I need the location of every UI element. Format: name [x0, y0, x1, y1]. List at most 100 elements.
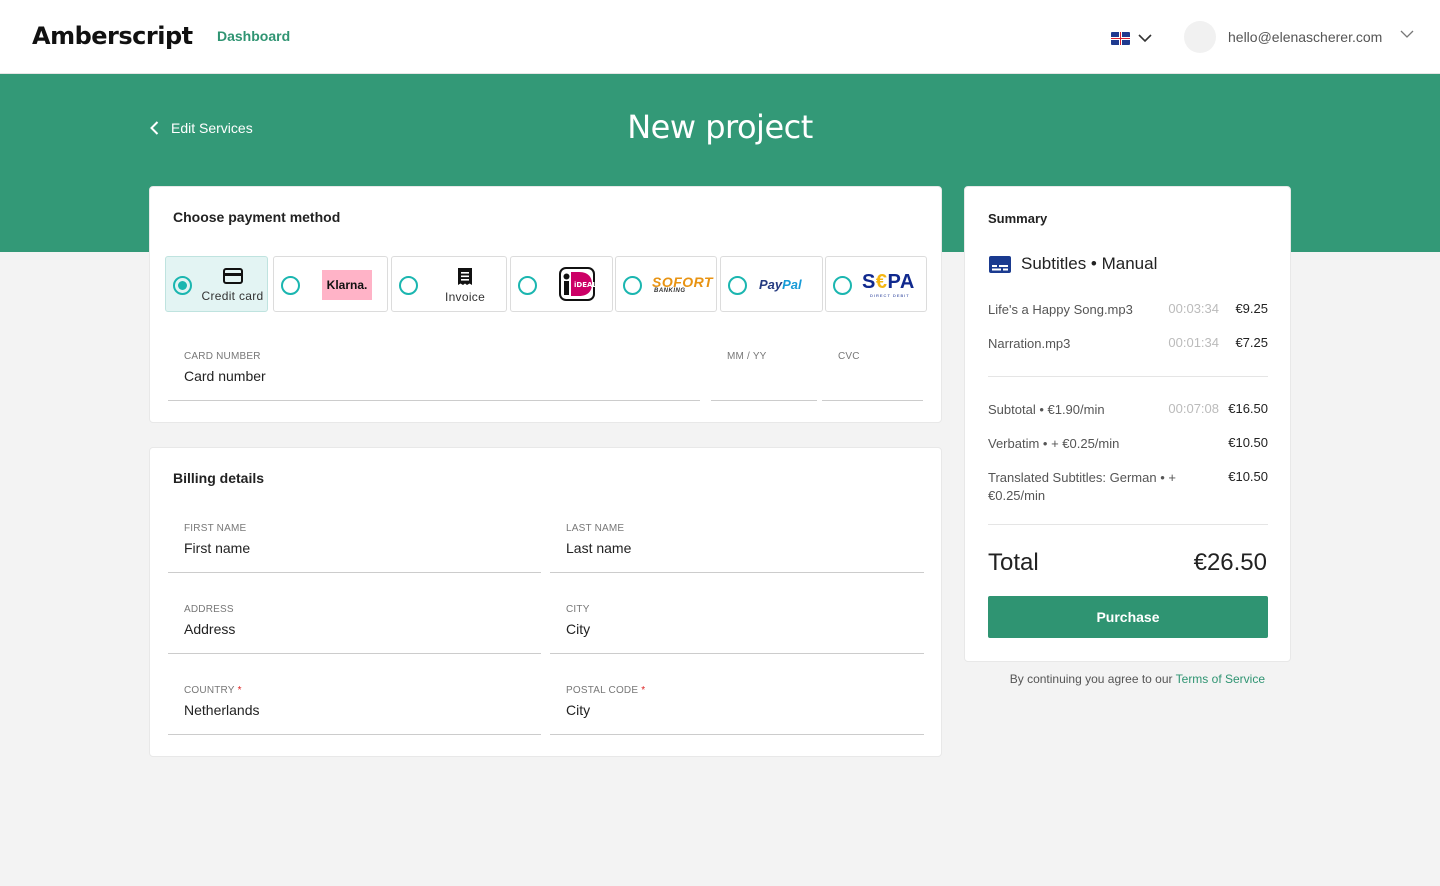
- file-row: Narration.mp3 00:01:34 €7.25: [988, 335, 1268, 353]
- service-heading: Subtitles • Manual: [989, 254, 1157, 274]
- summary-title: Summary: [988, 211, 1048, 226]
- last-name-label: LAST NAME: [566, 523, 625, 534]
- dashboard-link[interactable]: Dashboard: [217, 28, 290, 44]
- file-name: Narration.mp3: [988, 336, 1071, 351]
- radio[interactable]: [281, 276, 300, 295]
- invoice-icon: [458, 268, 472, 285]
- file-row: Life's a Happy Song.mp3 00:03:34 €9.25: [988, 301, 1268, 319]
- expiry-field: MM / YY: [711, 351, 817, 401]
- first-name-field: FIRST NAME: [168, 523, 541, 573]
- radio[interactable]: [833, 276, 852, 295]
- last-name-field: LAST NAME: [550, 523, 924, 573]
- language-selector[interactable]: [1111, 29, 1155, 47]
- city-input[interactable]: [566, 621, 920, 637]
- verbatim-row: Verbatim • + €0.25/min €10.50: [988, 435, 1268, 453]
- country-field: COUNTRY *: [168, 685, 541, 735]
- country-input[interactable]: [184, 702, 537, 718]
- address-input[interactable]: [184, 621, 537, 637]
- address-label: ADDRESS: [184, 604, 234, 615]
- card-number-label: CARD NUMBER: [184, 351, 261, 362]
- avatar: [1184, 21, 1216, 53]
- file-price: €7.25: [1235, 335, 1268, 350]
- card-number-field: CARD NUMBER: [168, 351, 700, 401]
- ideal-text: iDEAL: [574, 281, 595, 289]
- postal-code-input[interactable]: [566, 702, 920, 718]
- required-marker: *: [237, 685, 242, 696]
- sofort-logo: SOFORT BANKING: [652, 274, 713, 296]
- subtotal-row: Subtotal • €1.90/min 00:07:08 €16.50: [988, 401, 1268, 419]
- top-bar: Amberscript Dashboard hello@elenascherer…: [0, 0, 1440, 74]
- subtotal-label: Subtotal • €1.90/min: [988, 402, 1105, 417]
- address-field: ADDRESS: [168, 604, 541, 654]
- paypal-logo: PayPal: [759, 277, 802, 292]
- amberscript-logo[interactable]: Amberscript: [32, 22, 193, 50]
- payment-method-card: Choose payment method Credit card Klarna…: [149, 186, 942, 423]
- page-title: New project: [627, 108, 813, 146]
- credit-card-label: Credit card: [201, 289, 264, 303]
- subtitles-icon: [989, 255, 1011, 273]
- terms-of-service-link[interactable]: Terms of Service: [1176, 672, 1265, 686]
- subtotal-duration: 00:07:08: [1168, 401, 1219, 416]
- sepa-s: S: [862, 271, 876, 293]
- file-duration: 00:01:34: [1168, 335, 1219, 350]
- payment-method-invoice[interactable]: Invoice: [391, 256, 507, 312]
- cvc-input[interactable]: [838, 368, 919, 384]
- postal-code-field: POSTAL CODE *: [550, 685, 924, 735]
- file-duration: 00:03:34: [1168, 301, 1219, 316]
- radio[interactable]: [399, 276, 418, 295]
- translation-label: Translated Subtitles: German • + €0.25/m…: [988, 470, 1176, 503]
- payment-method-sepa[interactable]: S€PA DIRECT DEBIT: [825, 256, 927, 312]
- chevron-down-icon: [1400, 30, 1414, 38]
- first-name-label: FIRST NAME: [184, 523, 247, 534]
- purchase-button[interactable]: Purchase: [988, 596, 1268, 638]
- invoice-label: Invoice: [444, 290, 486, 304]
- radio[interactable]: [728, 276, 747, 295]
- expiry-input[interactable]: [727, 368, 813, 384]
- service-label: Subtitles • Manual: [1021, 254, 1158, 273]
- payment-method-paypal[interactable]: PayPal: [720, 256, 823, 312]
- verbatim-price: €10.50: [1228, 435, 1268, 450]
- country-label-wrap: COUNTRY *: [184, 685, 242, 696]
- terms-note: By continuing you agree to our Terms of …: [964, 672, 1265, 686]
- radio[interactable]: [518, 276, 537, 295]
- user-email: hello@elenascherer.com: [1228, 29, 1383, 45]
- translation-row: Translated Subtitles: German • + €0.25/m…: [988, 469, 1268, 505]
- credit-card-icon: [223, 268, 243, 284]
- total-value: €26.50: [1193, 549, 1267, 576]
- payment-method-klarna[interactable]: Klarna.: [273, 256, 388, 312]
- sepa-subtext: DIRECT DEBIT: [870, 293, 910, 298]
- sepa-euro: €: [875, 271, 888, 293]
- divider: [988, 376, 1268, 377]
- first-name-input[interactable]: [184, 540, 537, 556]
- sofort-subtext: BANKING: [654, 288, 686, 294]
- verbatim-label: Verbatim • + €0.25/min: [988, 436, 1120, 451]
- file-name: Life's a Happy Song.mp3: [988, 302, 1133, 317]
- user-menu[interactable]: hello@elenascherer.com: [1184, 21, 1416, 53]
- required-marker: *: [641, 685, 646, 696]
- payment-method-credit-card[interactable]: Credit card: [165, 256, 268, 312]
- ideal-logo: iDEAL: [559, 267, 595, 301]
- subtotal-price: €16.50: [1228, 401, 1268, 416]
- billing-title: Billing details: [173, 470, 265, 486]
- radio[interactable]: [623, 276, 642, 295]
- cvc-field: CVC: [822, 351, 923, 401]
- city-field: CITY: [550, 604, 924, 654]
- chevron-down-icon: [1138, 33, 1152, 42]
- divider: [988, 524, 1268, 525]
- cvc-label: CVC: [838, 351, 860, 362]
- translation-price: €10.50: [1228, 469, 1268, 484]
- payment-method-sofort[interactable]: SOFORT BANKING: [615, 256, 717, 312]
- payment-title: Choose payment method: [173, 209, 341, 225]
- klarna-logo: Klarna.: [322, 270, 372, 300]
- card-number-input[interactable]: [184, 368, 696, 384]
- file-price: €9.25: [1235, 301, 1268, 316]
- payment-method-ideal[interactable]: iDEAL: [510, 256, 613, 312]
- country-label: COUNTRY: [184, 685, 235, 696]
- city-label: CITY: [566, 604, 590, 615]
- paypal-text-pay: Pay: [759, 277, 783, 292]
- postal-code-label-wrap: POSTAL CODE *: [566, 685, 645, 696]
- sepa-pa: PA: [887, 271, 915, 293]
- flag-uk-icon: [1111, 31, 1130, 45]
- last-name-input[interactable]: [566, 540, 920, 556]
- postal-code-label: POSTAL CODE: [566, 685, 639, 696]
